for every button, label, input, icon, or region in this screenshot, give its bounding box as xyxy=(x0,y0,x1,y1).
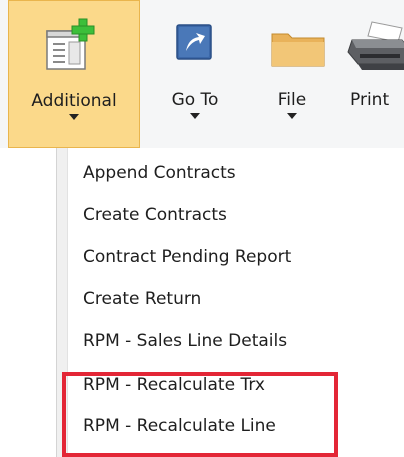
menu-item-append-contracts[interactable]: Append Contracts xyxy=(83,158,236,188)
additional-label: Additional xyxy=(31,91,117,111)
menu-item-rpm-recalculate-trx[interactable]: RPM - Recalculate Trx xyxy=(83,370,265,400)
menu-item-contract-pending-report[interactable]: Contract Pending Report xyxy=(83,242,291,272)
goto-arrow-icon xyxy=(176,24,212,60)
chevron-down-icon xyxy=(69,114,79,120)
chevron-down-icon xyxy=(190,113,200,119)
goto-button[interactable]: Go To xyxy=(150,0,240,148)
additional-dropdown-menu: Append Contracts Create Contracts Contra… xyxy=(56,148,404,457)
menu-gutter xyxy=(57,148,68,457)
additional-icon xyxy=(46,18,95,70)
ribbon-toolbar: Additional Go To File Print xyxy=(0,0,404,148)
file-button[interactable]: File xyxy=(252,0,332,148)
additional-button[interactable]: Additional xyxy=(8,0,140,148)
menu-item-create-contracts[interactable]: Create Contracts xyxy=(83,200,227,230)
menu-item-rpm-sales-line-details[interactable]: RPM - Sales Line Details xyxy=(83,326,287,356)
menu-item-create-return[interactable]: Create Return xyxy=(83,284,201,314)
print-button[interactable]: Print xyxy=(336,0,404,148)
folder-icon xyxy=(271,33,325,67)
menu-item-rpm-recalculate-line[interactable]: RPM - Recalculate Line xyxy=(83,411,276,441)
chevron-down-icon xyxy=(287,113,297,119)
printer-icon xyxy=(347,21,404,70)
file-label: File xyxy=(277,90,307,110)
print-label: Print xyxy=(350,90,390,110)
goto-label: Go To xyxy=(171,90,219,110)
